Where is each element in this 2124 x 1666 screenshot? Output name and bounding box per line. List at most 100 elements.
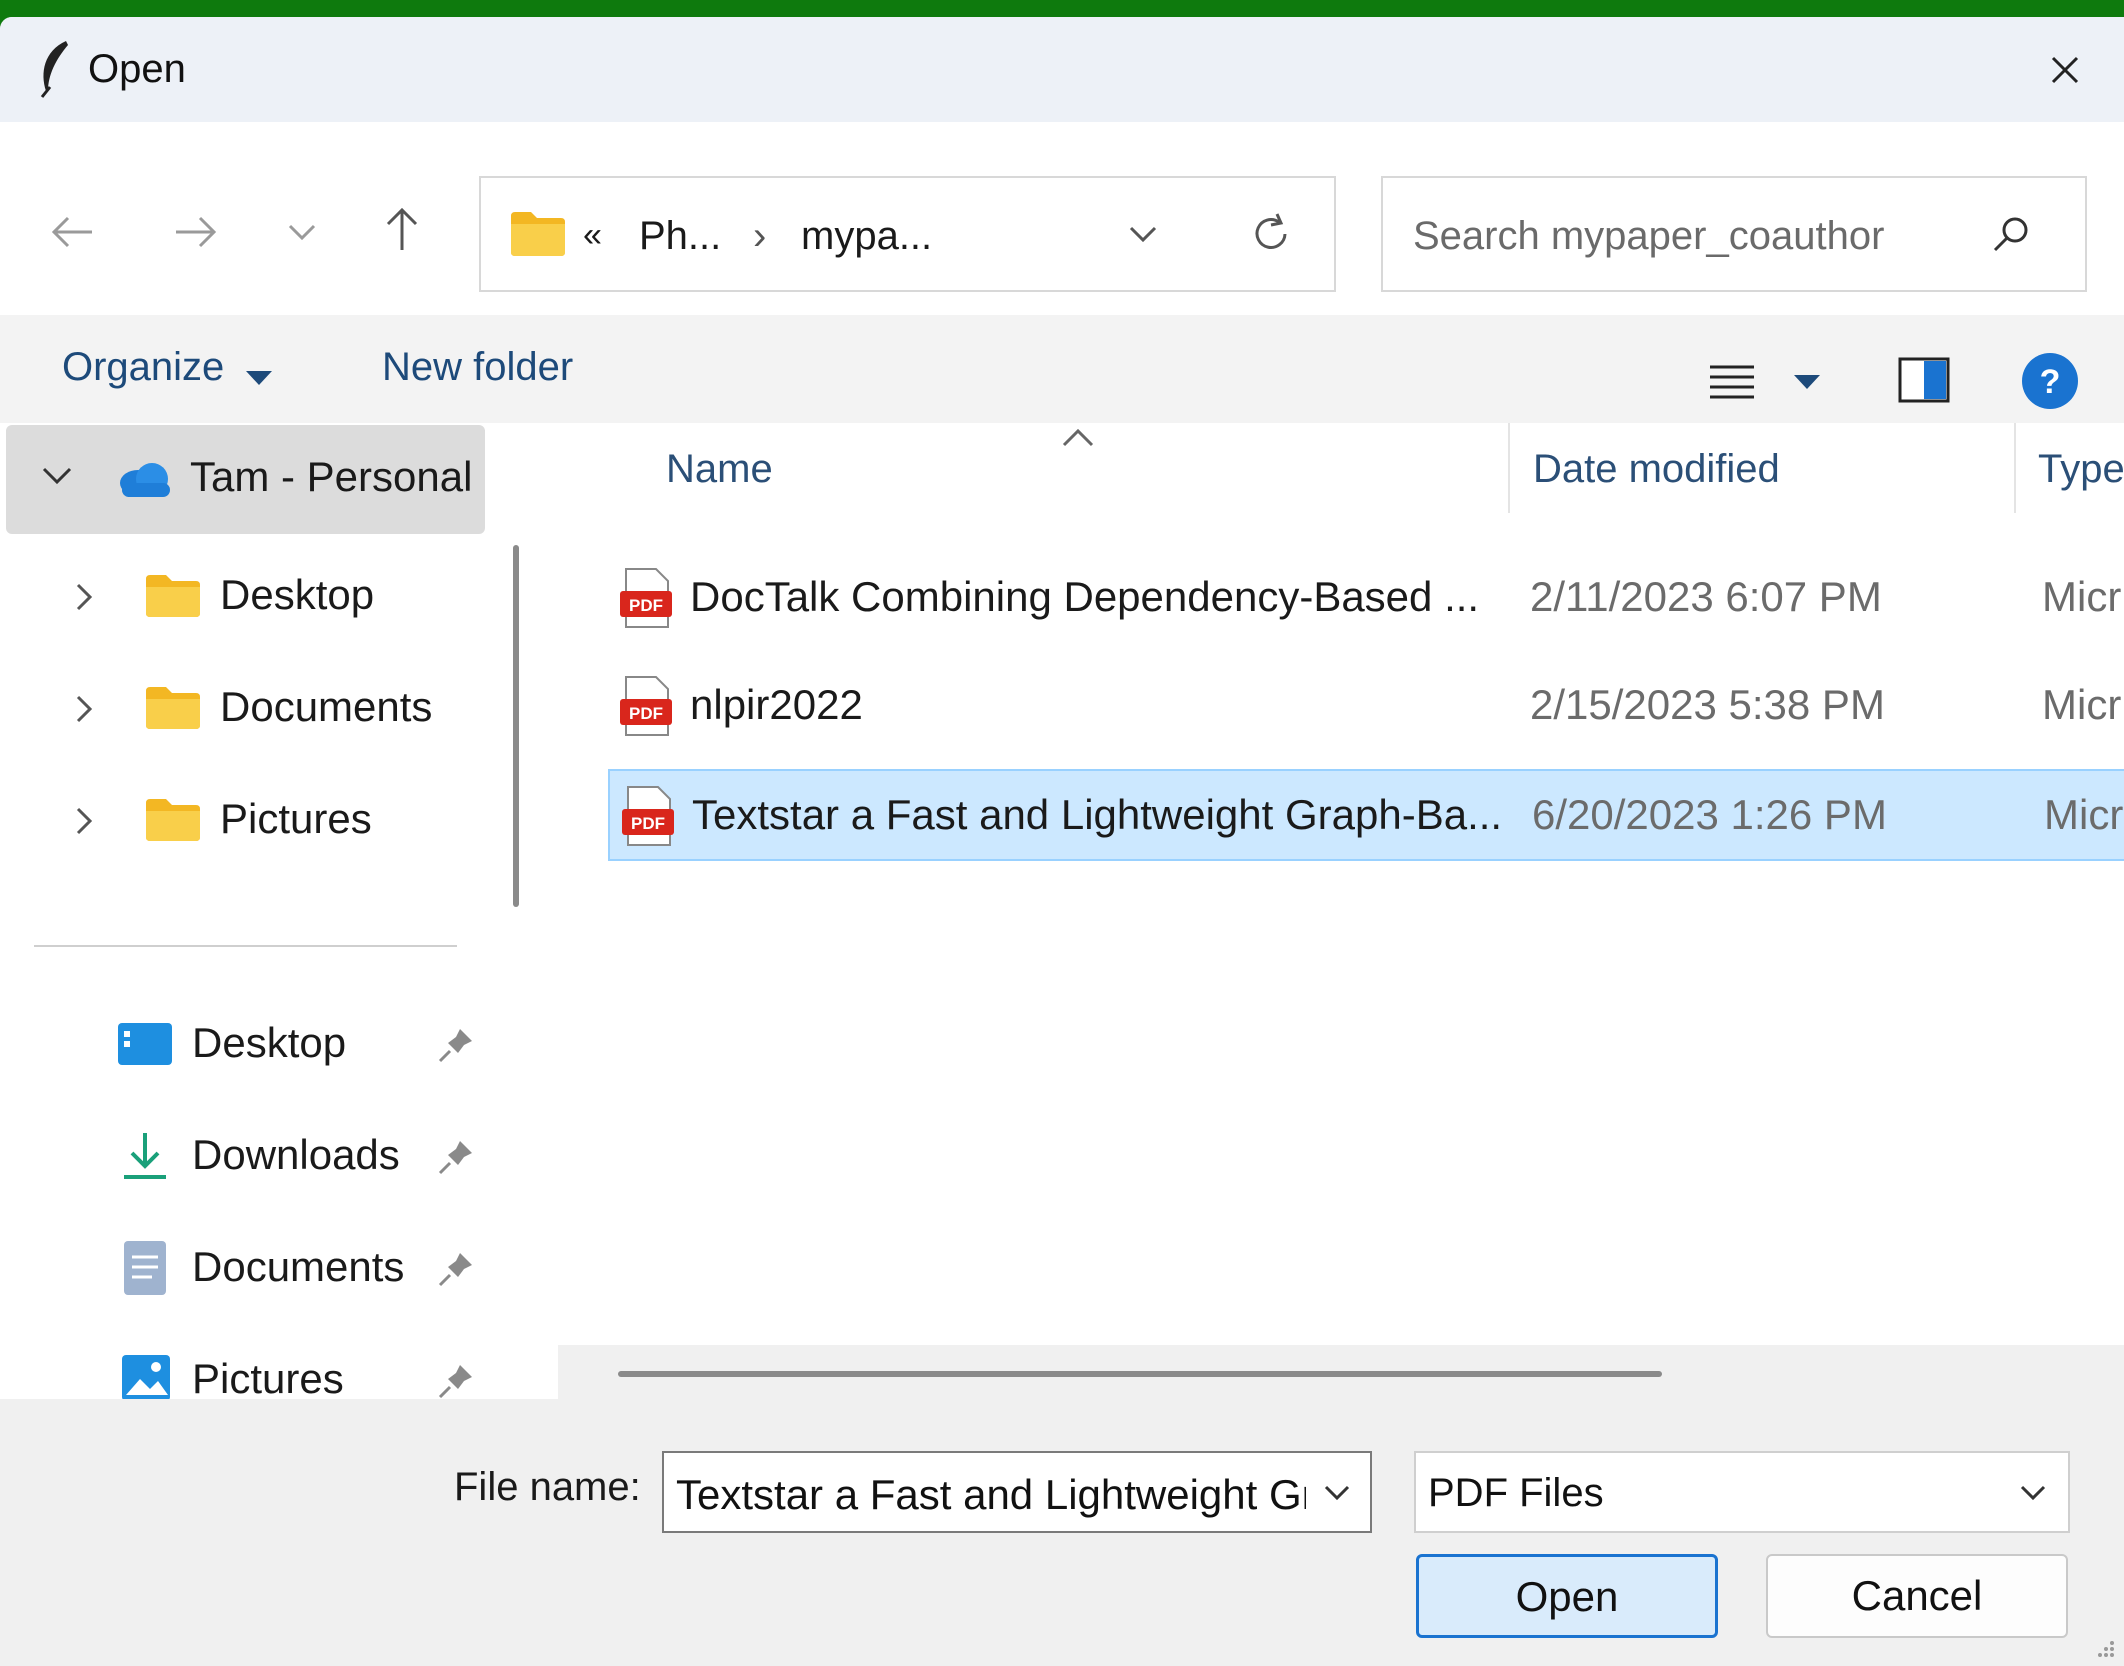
horizontal-scrollbar-thumb[interactable] [618,1371,1662,1377]
search-input[interactable]: Search mypaper_coauthor [1381,176,2087,292]
feather-icon [40,41,68,98]
pin-icon[interactable] [436,1025,476,1065]
pictures-icon [122,1355,170,1401]
organize-dropdown-icon[interactable] [244,369,274,387]
file-type-value: PDF Files [1428,1471,1604,1515]
resize-grip-icon[interactable] [2090,1637,2116,1663]
pin-icon[interactable] [436,1137,476,1177]
sidebar-item-label: Documents [192,1243,405,1290]
pdf-file-icon: PDF [622,786,674,846]
sidebar-scrollbar[interactable] [513,545,519,907]
document-icon [124,1241,166,1295]
back-arrow-icon[interactable] [42,202,102,262]
folder-icon [146,575,200,617]
svg-text:?: ? [2040,363,2061,401]
sidebar-item-onedrive[interactable]: Tam - Personal [6,425,485,534]
sidebar-divider [34,945,457,947]
dialog-footer: File name: Textstar a Fast and Lightweig… [0,1399,2124,1666]
address-bar[interactable]: « Ph... › mypa... [479,176,1336,292]
breadcrumb-separator: › [753,214,767,258]
onedrive-cloud-icon [120,463,170,497]
svg-text:PDF: PDF [629,596,663,615]
close-icon[interactable] [2045,50,2085,90]
sidebar-item-documents-folder[interactable]: Documents [0,657,480,757]
file-date: 6/20/2023 1:26 PM [1532,791,1887,838]
navigation-bar: « Ph... › mypa... Search mypaper_coautho… [0,122,2124,332]
command-bar: Organize New folder ? [0,315,2124,423]
open-dialog: Open « Ph... › mypa... Search mypaper_co… [0,17,2124,1666]
preview-pane-icon[interactable] [1898,357,1950,403]
title-bar: Open [0,17,2124,122]
column-header-date-modified[interactable]: Date modified [1533,447,1780,492]
column-separator[interactable] [2014,423,2016,513]
file-date: 2/11/2023 6:07 PM [1530,573,1882,620]
sort-ascending-icon [1062,428,1094,447]
up-arrow-icon[interactable] [372,198,432,258]
quick-access-documents[interactable]: Documents [0,1219,480,1319]
chevron-right-icon[interactable] [72,691,96,727]
file-list: Name Date modified Type PDF DocTalk Comb… [548,423,2124,1423]
column-header-type[interactable]: Type [2038,447,2124,492]
quick-access-desktop[interactable]: Desktop [0,995,480,1095]
chevron-down-icon[interactable] [2016,1475,2050,1509]
file-date: 2/15/2023 5:38 PM [1530,681,1885,728]
file-name: Textstar a Fast and Lightweight Graph-Ba… [692,791,1503,838]
breadcrumb-item-current[interactable]: mypa... [801,214,932,259]
svg-text:PDF: PDF [631,814,665,833]
pdf-file-icon: PDF [620,568,672,628]
folder-icon [146,687,200,729]
file-name-combobox[interactable]: Textstar a Fast and Lightweight Gra [662,1451,1372,1533]
refresh-icon[interactable] [1247,210,1295,258]
svg-text:PDF: PDF [629,704,663,723]
file-name-label: File name: [454,1465,641,1509]
address-dropdown-chevron-icon[interactable] [1123,214,1163,254]
horizontal-scrollbar[interactable] [558,1345,2124,1405]
file-row[interactable]: PDF DocTalk Combining Dependency-Based .… [608,553,2124,645]
sidebar-item-label: Pictures [220,795,372,842]
file-type: Micr [2042,573,2122,620]
sidebar-item-label: Downloads [192,1131,400,1178]
download-icon [124,1133,166,1179]
column-separator[interactable] [1508,423,1510,513]
help-icon[interactable]: ? [2020,351,2080,411]
chevron-down-icon[interactable] [1320,1475,1354,1509]
chevron-right-icon[interactable] [72,579,96,615]
breadcrumb-overflow[interactable]: « [583,216,602,255]
view-list-icon[interactable] [1708,363,1756,403]
recent-locations-chevron-icon[interactable] [272,202,332,262]
breadcrumb-item-parent[interactable]: Ph... [639,214,721,259]
sidebar-item-label: Documents [220,683,433,730]
folder-icon [511,212,565,256]
column-header-name[interactable]: Name [666,447,773,492]
open-button[interactable]: Open [1416,1554,1718,1638]
file-name: DocTalk Combining Dependency-Based ... [690,573,1480,620]
new-folder-button[interactable]: New folder [382,345,573,390]
file-name-input[interactable]: Textstar a Fast and Lightweight Gra [676,1471,1306,1519]
pin-icon[interactable] [436,1249,476,1289]
pin-icon[interactable] [436,1361,476,1401]
forward-arrow-icon[interactable] [166,202,226,262]
sidebar-item-label: Pictures [192,1355,344,1402]
navigation-pane: Tam - Personal Desktop Documents Picture… [0,423,540,1423]
file-type-select[interactable]: PDF Files [1414,1451,2070,1533]
search-icon[interactable] [1989,212,2033,256]
sidebar-item-label: Desktop [192,1019,347,1066]
quick-access-downloads[interactable]: Downloads [0,1107,480,1207]
file-row[interactable]: PDF nlpir2022 2/15/2023 5:38 PM Micr [608,661,2124,753]
sidebar-item-pictures-folder[interactable]: Pictures [0,769,480,869]
desktop-icon [118,1023,172,1065]
chevron-right-icon[interactable] [72,803,96,839]
organize-button[interactable]: Organize [62,345,224,390]
file-name: nlpir2022 [690,681,863,728]
pdf-file-icon: PDF [620,676,672,736]
folder-icon [146,799,200,841]
view-options-dropdown-icon[interactable] [1792,373,1822,391]
file-type: Micr [2042,681,2122,728]
sidebar-item-desktop-folder[interactable]: Desktop [0,545,480,645]
sidebar-item-label: Desktop [220,571,375,618]
file-row-selected[interactable]: PDF Textstar a Fast and Lightweight Grap… [608,769,2124,861]
search-placeholder: Search mypaper_coauthor [1413,214,1885,258]
file-type: Micr [2044,791,2124,838]
chevron-down-icon[interactable] [40,463,74,487]
cancel-button[interactable]: Cancel [1766,1554,2068,1638]
